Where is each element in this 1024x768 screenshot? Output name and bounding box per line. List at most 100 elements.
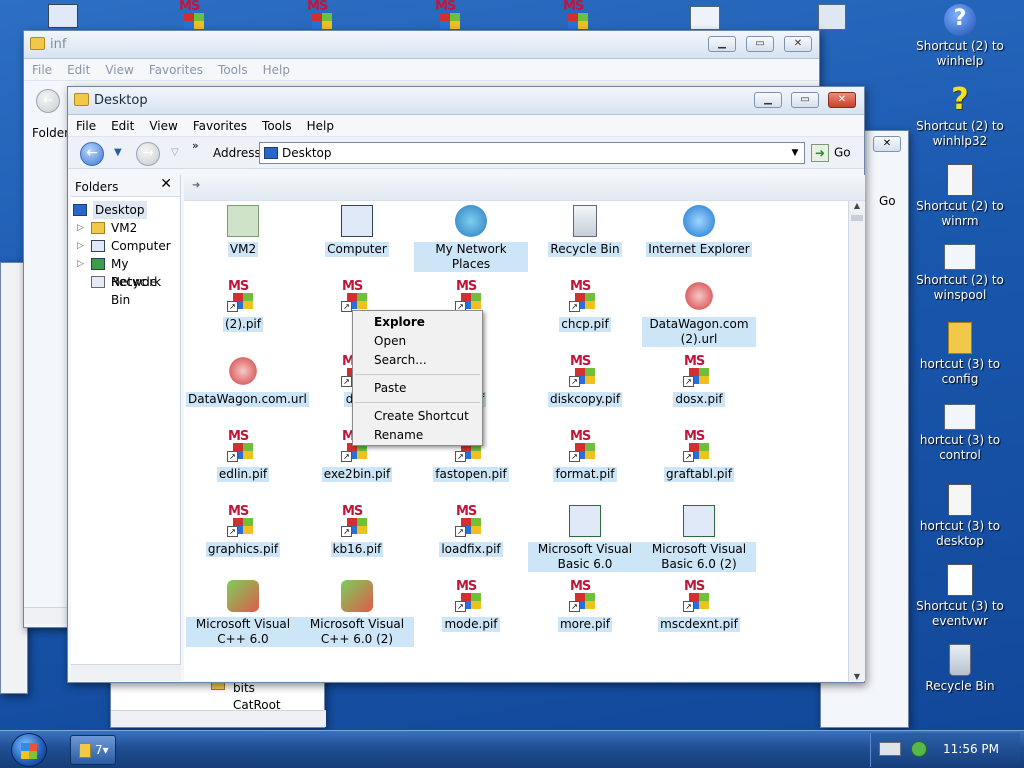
desktop-item[interactable]: MS ↗ more.pif bbox=[528, 579, 642, 632]
back-history-dropdown[interactable]: ▼ bbox=[114, 147, 122, 158]
desktop-icon-winrm[interactable]: Shortcut (2) to winrm bbox=[900, 164, 1020, 229]
desktop-item[interactable]: MS ↗ format.pif bbox=[528, 429, 642, 482]
desktop-icon-recycle-bin[interactable]: Recycle Bin bbox=[900, 644, 1020, 694]
horizontal-scrollbar[interactable] bbox=[24, 607, 68, 624]
close-icon[interactable]: ✕ bbox=[160, 176, 172, 192]
scroll-up-arrow[interactable]: ▲ bbox=[849, 201, 865, 210]
msdos-icon[interactable]: MS bbox=[306, 0, 338, 32]
msdos-icon[interactable]: MS bbox=[434, 0, 466, 32]
menu-tools[interactable]: Tools bbox=[218, 63, 248, 77]
desktop-icon-winspool[interactable]: Shortcut (2) to winspool bbox=[900, 244, 1020, 303]
expand-arrow-icon[interactable]: ▷ bbox=[77, 219, 84, 237]
close-button[interactable]: ✕ bbox=[784, 36, 812, 52]
desktop-item[interactable]: Microsoft Visual C++ 6.0 (2) bbox=[300, 580, 414, 647]
tree-item-my-network[interactable]: ▷ My Network bbox=[71, 255, 180, 289]
desktop-icon-config[interactable]: hortcut (3) to config bbox=[900, 322, 1020, 387]
tree-item-recycle-bin[interactable]: Recycle Bin bbox=[71, 273, 180, 307]
desktop-item[interactable]: MS ↗ loadfix.pif bbox=[414, 504, 528, 557]
horizontal-scrollbar[interactable] bbox=[71, 664, 181, 681]
desktop-icon-winhlp32[interactable]: ? Shortcut (2) to winhlp32 bbox=[900, 84, 1020, 149]
expand-arrow-icon[interactable]: ▷ bbox=[77, 255, 84, 273]
minimize-button[interactable]: ▁ bbox=[708, 36, 736, 52]
menu-file[interactable]: File bbox=[76, 119, 96, 133]
desktop-item[interactable]: MS ↗ graphics.pif bbox=[186, 504, 300, 557]
desktop-icon-control[interactable]: hortcut (3) to control bbox=[900, 404, 1020, 463]
toolbar-overflow-chevron[interactable]: » bbox=[192, 139, 199, 152]
menu-favorites[interactable]: Favorites bbox=[149, 63, 203, 77]
scroll-down-arrow[interactable]: ▼ bbox=[849, 672, 865, 681]
menu-item-explore[interactable]: Explore bbox=[353, 313, 482, 332]
window-icon[interactable] bbox=[690, 6, 720, 30]
start-button[interactable] bbox=[11, 733, 47, 767]
go-button[interactable]: ➜ Go bbox=[811, 144, 851, 162]
go-button[interactable]: Go bbox=[879, 194, 896, 208]
desktop-item[interactable]: MS ↗ edlin.pif bbox=[186, 429, 300, 482]
maximize-button[interactable]: ▭ bbox=[791, 92, 819, 108]
minimize-button[interactable]: ▁ bbox=[754, 92, 782, 108]
title-bar[interactable]: inf ▁ ▭ ✕ bbox=[24, 31, 819, 59]
desktop-item[interactable]: Recycle Bin bbox=[528, 205, 642, 257]
tools-icon[interactable] bbox=[818, 4, 846, 30]
desktop-item[interactable]: Computer bbox=[300, 205, 414, 257]
msdos-icon[interactable]: MS bbox=[178, 0, 210, 32]
desktop-item[interactable]: MS ↗ mode.pif bbox=[414, 579, 528, 632]
desktop-item[interactable]: Microsoft Visual Basic 6.0 bbox=[528, 505, 642, 572]
tree-item-vm2[interactable]: ▷ VM2 bbox=[71, 219, 180, 237]
close-button[interactable]: ✕ bbox=[873, 136, 901, 152]
menu-view[interactable]: View bbox=[105, 63, 133, 77]
tree-item-bits[interactable]: bits bbox=[233, 681, 255, 695]
chevron-down-icon[interactable]: ▼ bbox=[786, 143, 804, 163]
horizontal-scrollbar[interactable] bbox=[111, 710, 326, 727]
menu-item-open[interactable]: Open bbox=[353, 332, 482, 351]
desktop-icon-desktop[interactable]: hortcut (3) to desktop bbox=[900, 484, 1020, 549]
desktop-item[interactable]: MS ↗ diskcopy.pif bbox=[528, 354, 642, 407]
desktop-item[interactable]: MS ↗ kb16.pif bbox=[300, 504, 414, 557]
clock[interactable]: 11:56 PM bbox=[943, 742, 999, 756]
back-button[interactable]: ← bbox=[36, 89, 60, 113]
sort-arrow-icon[interactable]: ➜ bbox=[192, 180, 200, 191]
desktop-item[interactable]: DataWagon.com.url bbox=[186, 355, 309, 407]
desktop-item[interactable]: MS ↗ (2).pif bbox=[186, 279, 300, 332]
expand-arrow-icon[interactable]: ▷ bbox=[77, 237, 84, 255]
title-bar[interactable]: Desktop ▁ ▭ ✕ bbox=[68, 87, 864, 115]
menu-view[interactable]: View bbox=[149, 119, 177, 133]
scroll-thumb[interactable] bbox=[851, 215, 863, 221]
desktop-item[interactable]: MS ↗ chcp.pif bbox=[528, 279, 642, 332]
menu-file[interactable]: File bbox=[32, 63, 52, 77]
desktop-item[interactable]: VM2 bbox=[186, 205, 300, 257]
tree-item-desktop[interactable]: Desktop bbox=[71, 201, 180, 219]
forward-history-dropdown[interactable]: ▽ bbox=[171, 147, 179, 158]
desktop-item[interactable]: Internet Explorer bbox=[642, 205, 756, 257]
msdos-icon[interactable]: MS bbox=[562, 0, 594, 32]
desktop-item[interactable]: My Network Places bbox=[414, 205, 528, 272]
menu-help[interactable]: Help bbox=[263, 63, 290, 77]
desktop-item[interactable]: Microsoft Visual Basic 6.0 (2) bbox=[642, 505, 756, 572]
address-bar[interactable]: Desktop ▼ bbox=[259, 142, 805, 164]
desktop-item[interactable]: Microsoft Visual C++ 6.0 bbox=[186, 580, 300, 647]
tree-item-computer[interactable]: ▷ Computer bbox=[71, 237, 180, 255]
menu-item-paste[interactable]: Paste bbox=[353, 379, 482, 398]
menu-item-create-shortcut[interactable]: Create Shortcut bbox=[353, 407, 482, 426]
taskbar-explorer-group[interactable]: 7▾ bbox=[70, 735, 116, 765]
close-button[interactable]: ✕ bbox=[828, 92, 856, 108]
desktop-icon-eventvwr[interactable]: Shortcut (3) to eventvwr bbox=[900, 564, 1020, 629]
maximize-button[interactable]: ▭ bbox=[746, 36, 774, 52]
desktop-icon-winhelp[interactable]: ? Shortcut (2) to winhelp bbox=[900, 4, 1020, 69]
menu-edit[interactable]: Edit bbox=[111, 119, 134, 133]
menu-tools[interactable]: Tools bbox=[262, 119, 292, 133]
desktop-item[interactable]: MS ↗ graftabl.pif bbox=[642, 429, 756, 482]
menu-item-rename[interactable]: Rename bbox=[353, 426, 482, 445]
vertical-scrollbar[interactable]: ▲ ▼ bbox=[848, 201, 865, 681]
menu-favorites[interactable]: Favorites bbox=[193, 119, 247, 133]
desktop-item[interactable]: MS ↗ mscdexnt.pif bbox=[642, 579, 756, 632]
keyboard-icon[interactable] bbox=[879, 742, 901, 756]
computer-icon[interactable] bbox=[48, 4, 78, 28]
menu-help[interactable]: Help bbox=[307, 119, 334, 133]
forward-button[interactable]: → bbox=[136, 142, 160, 166]
desktop-item[interactable]: MS ↗ dosx.pif bbox=[642, 354, 756, 407]
back-button[interactable]: ← bbox=[80, 142, 104, 166]
menu-item-search[interactable]: Search... bbox=[353, 351, 482, 370]
desktop-item[interactable]: DataWagon.com (2).url bbox=[642, 280, 756, 347]
menu-edit[interactable]: Edit bbox=[67, 63, 90, 77]
network-status-icon[interactable] bbox=[911, 741, 927, 757]
